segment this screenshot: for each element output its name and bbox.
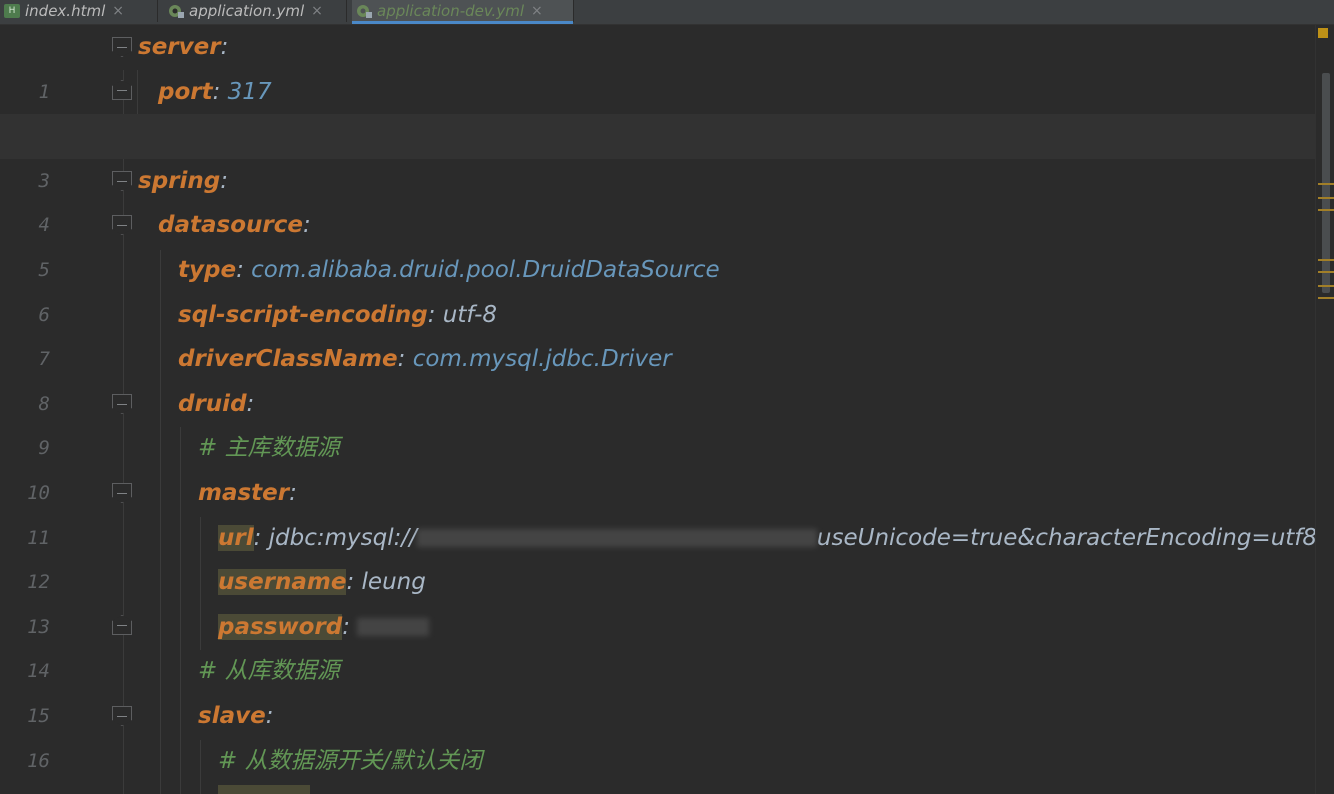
yaml-comment: # 主库数据源 xyxy=(198,435,340,462)
code-line: 17 # 从数据源开关/默认关闭 xyxy=(0,739,1316,784)
yaml-comment: # 从数据源开关/默认关闭 xyxy=(218,747,483,774)
html-file-icon: H xyxy=(4,4,20,18)
scroll-marker[interactable] xyxy=(1318,285,1334,287)
tab-index-html[interactable]: H index.html × xyxy=(0,0,158,22)
code-line: 13 username: leung xyxy=(0,560,1316,638)
yaml-key: url xyxy=(218,524,254,551)
colon: : xyxy=(265,703,274,729)
yaml-key: spring xyxy=(138,167,221,194)
code-line: 2 port: 317 xyxy=(0,70,1316,148)
yaml-value: jdbc:mysql:// xyxy=(268,524,417,551)
code-editor[interactable]: 1 server: 2 port: 317 3 4 spring: 5 data… xyxy=(0,25,1316,794)
yaml-value: com.alibaba.druid.pool.DruidDataSource xyxy=(251,257,720,283)
redacted-text xyxy=(416,529,817,548)
active-tab-indicator xyxy=(352,21,573,24)
code-line: 5 datasource: xyxy=(0,203,1316,281)
close-icon[interactable]: × xyxy=(112,3,124,19)
code-line: 8 driverClassName: com.mysql.jdbc.Driver xyxy=(0,337,1316,415)
code-line: 1 server: xyxy=(0,25,1316,103)
inspection-status-icon[interactable] xyxy=(1318,28,1328,38)
yaml-value: 317 xyxy=(227,78,272,105)
yaml-key: type xyxy=(178,257,237,283)
redacted-text xyxy=(357,618,430,637)
vertical-scrollbar[interactable] xyxy=(1315,25,1334,794)
tab-application-dev-yml[interactable]: application-dev.yml × xyxy=(352,0,574,24)
colon: : xyxy=(253,524,262,551)
yaml-key: sql-script-encoding xyxy=(178,301,428,328)
colon: : xyxy=(212,78,221,105)
colon: : xyxy=(397,346,406,373)
scroll-marker[interactable] xyxy=(1318,197,1334,199)
yaml-key: slave xyxy=(198,703,266,729)
yaml-value: leung xyxy=(361,569,426,596)
scroll-marker[interactable] xyxy=(1318,209,1334,211)
colon: : xyxy=(289,480,297,506)
colon: : xyxy=(346,569,355,596)
code-line: 11 master: xyxy=(0,471,1316,549)
yaml-key: username xyxy=(218,569,347,596)
scroll-marker[interactable] xyxy=(1318,297,1334,299)
scroll-marker[interactable] xyxy=(1318,183,1334,185)
code-line: 15 # 从库数据源 xyxy=(0,649,1316,727)
code-line: 4 spring: xyxy=(0,159,1316,237)
yaml-key: datasource xyxy=(158,212,303,239)
yaml-value: com.mysql.jdbc.Driver xyxy=(412,346,672,373)
colon: : xyxy=(236,257,244,283)
colon: : xyxy=(246,390,255,417)
tab-label: application-dev.yml xyxy=(377,2,524,20)
code-line-current: 3 xyxy=(0,114,1316,192)
line-number: 17 xyxy=(0,783,50,794)
colon: : xyxy=(342,613,350,640)
yaml-key: server xyxy=(138,34,221,60)
colon: : xyxy=(220,167,228,194)
yaml-key: master xyxy=(198,480,290,506)
yaml-value: useUnicode=true&characterEncoding=utf8 xyxy=(816,524,1316,551)
spring-yml-icon xyxy=(356,4,372,18)
code-line: 10 # 主库数据源 xyxy=(0,426,1316,504)
spring-yml-icon xyxy=(168,4,184,18)
yaml-key: driverClassName xyxy=(178,346,398,373)
tab-label: application.yml xyxy=(189,2,305,20)
tab-application-yml[interactable]: application.yml × xyxy=(164,0,347,22)
scroll-marker[interactable] xyxy=(1318,271,1334,273)
code-line: 6 type: com.alibaba.druid.pool.DruidData… xyxy=(0,248,1316,326)
code-line: 14 password: xyxy=(0,605,1316,682)
yaml-value: utf-8 xyxy=(442,301,498,328)
code-line: 16 slave: xyxy=(0,694,1316,772)
key-highlight xyxy=(218,785,310,794)
colon: : xyxy=(302,212,311,239)
yaml-key: password xyxy=(218,613,343,640)
yaml-key: port xyxy=(158,78,213,105)
yaml-comment: # 从库数据源 xyxy=(198,658,340,685)
colon: : xyxy=(427,301,436,328)
editor-tab-bar: H index.html × application.yml × applica… xyxy=(0,0,1334,25)
yaml-key: druid xyxy=(178,390,247,417)
close-icon[interactable]: × xyxy=(311,3,323,19)
code-line: 7 sql-script-encoding: utf-8 xyxy=(0,293,1316,371)
tab-label: index.html xyxy=(25,2,106,20)
close-icon[interactable]: × xyxy=(531,3,543,19)
scroll-marker[interactable] xyxy=(1318,259,1334,261)
colon: : xyxy=(220,34,229,60)
code-line: 12 url: jdbc:mysql://useUnicode=true&cha… xyxy=(0,516,1316,593)
code-line: 9 druid: xyxy=(0,382,1316,460)
